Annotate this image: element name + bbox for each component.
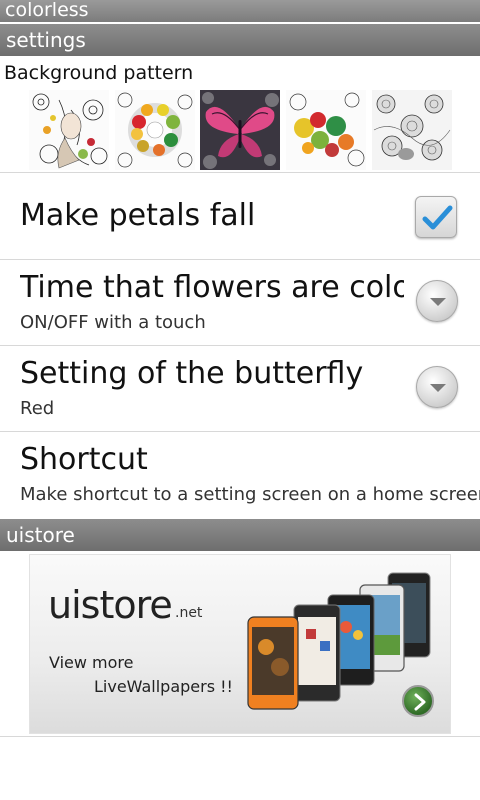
pattern-thumb-flower-ring[interactable] [115,90,195,170]
pref-shortcut[interactable]: Shortcut Make shortcut to a setting scre… [0,432,480,518]
background-pattern-gallery [29,90,454,170]
settings-section-header: settings [0,24,480,56]
pref-summary: Make shortcut to a setting screen on a h… [20,484,480,505]
app-title-bar: colorless [0,0,480,22]
pref-summary: Red [20,398,55,419]
pref-summary: ON/OFF with a touch [20,312,206,333]
pref-title: Time that flowers are colored [20,270,404,305]
pref-time-flowers-colored[interactable]: Time that flowers are colored ON/OFF wit… [0,260,480,346]
pattern-thumb-woman[interactable] [29,90,109,170]
chevron-right-icon [414,693,426,711]
petals-fall-checkbox[interactable] [415,196,457,238]
pref-title: Make petals fall [20,198,256,233]
banner-view-more: View more [49,653,134,672]
flowers-colored-dropdown-button[interactable] [416,280,458,322]
app-title: colorless [5,0,89,21]
pref-title: Shortcut [20,442,148,477]
chevron-down-icon [430,384,446,392]
uistore-logo-text: uistore [48,583,173,627]
banner-go-button[interactable] [402,685,434,717]
uistore-section-header: uistore [0,519,480,551]
divider [0,736,480,737]
pref-butterfly-setting[interactable]: Setting of the butterfly Red [0,346,480,432]
banner-livewallpapers: LiveWallpapers !! [94,677,233,696]
uistore-header-label: uistore [6,523,75,547]
pref-title: Setting of the butterfly [20,356,364,391]
pattern-thumb-butterfly[interactable] [200,90,280,170]
butterfly-dropdown-button[interactable] [416,366,458,408]
settings-header-label: settings [6,28,86,52]
background-pattern-label: Background pattern [4,62,194,84]
pattern-thumb-grayscale[interactable] [372,90,452,170]
pref-make-petals-fall[interactable]: Make petals fall [0,173,480,259]
checkmark-icon [422,205,453,230]
uistore-logo-suffix: .net [175,605,203,621]
uistore-banner[interactable]: uistore .net View more LiveWallpapers !! [29,554,451,734]
chevron-down-icon [430,298,446,306]
pattern-thumb-colored-flowers[interactable] [286,90,366,170]
